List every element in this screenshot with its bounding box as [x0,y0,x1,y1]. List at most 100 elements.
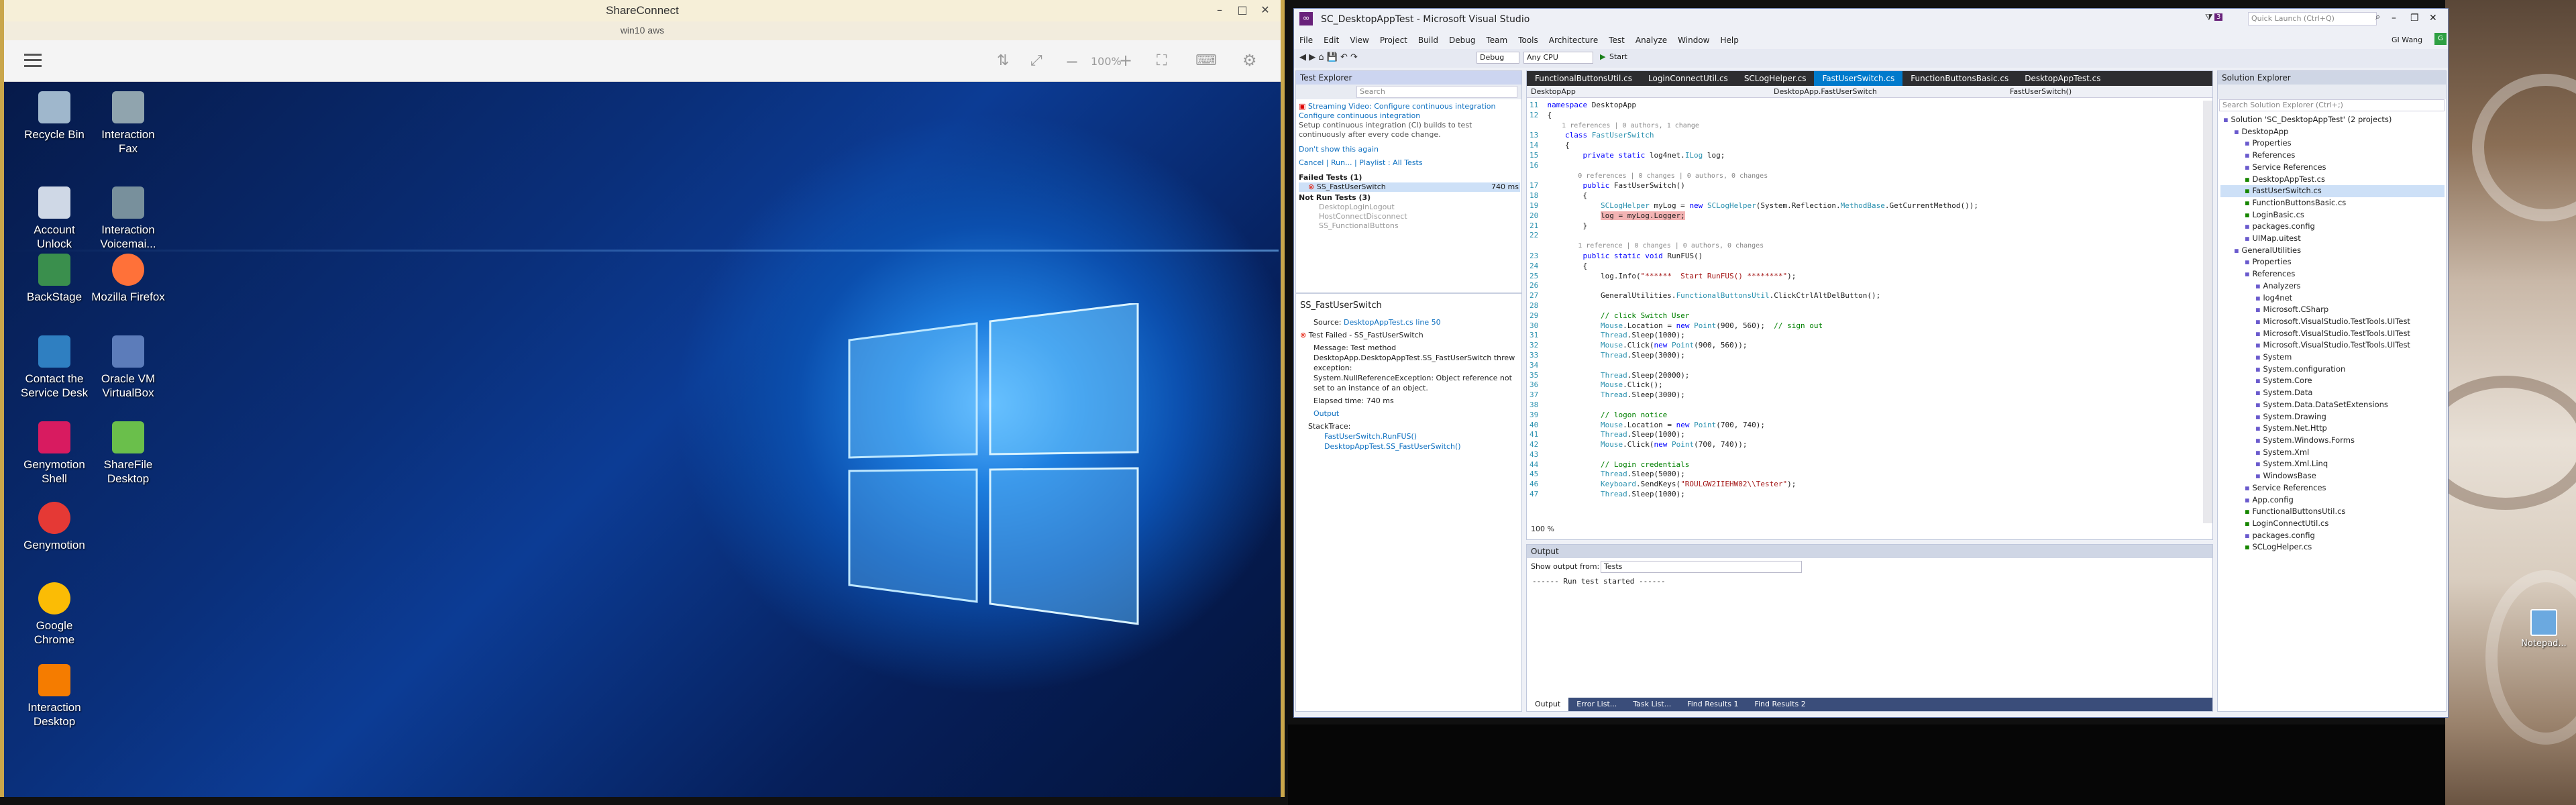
menu-file[interactable]: File [1294,33,1318,48]
solution-tree-item[interactable]: ▪ App.config [2220,494,2445,506]
solution-tree-item[interactable]: ▪ Solution 'SC_DesktopAppTest' (2 projec… [2220,114,2445,126]
solution-tree-item[interactable]: ▪ GeneralUtilities [2220,245,2445,257]
solution-tree-item[interactable]: ▪ System.Core [2220,375,2445,387]
user-avatar[interactable]: G [2434,33,2447,45]
solution-tree-item[interactable]: ▪ DesktopAppTest.cs [2220,174,2445,186]
vs-minimize-button[interactable]: – [2392,13,2396,23]
test-search-input[interactable]: Search [1356,86,1517,98]
start-button[interactable]: Start [1609,52,1627,61]
solution-tree-item[interactable]: ▪ Microsoft.VisualStudio.TestTools.UITes… [2220,316,2445,328]
stack-frame-link[interactable]: DesktopAppTest.SS_FastUserSwitch() [1324,441,1519,451]
streaming-video-link[interactable]: Streaming Video: Configure continuous in… [1308,102,1496,111]
editor-zoom[interactable]: 100 % [1531,525,1554,533]
zoom-in-icon[interactable]: + [1119,51,1132,70]
fit-icon[interactable]: ⇅ [997,52,1009,69]
desktop-icon-chrome[interactable]: Google Chrome [17,582,91,647]
stack-frame-link[interactable]: FastUserSwitch.RunFUS() [1324,431,1519,441]
solution-tree-item[interactable]: ▪ LoginBasic.cs [2220,209,2445,221]
bottom-tab[interactable]: Find Results 1 [1679,698,1746,711]
menu-debug[interactable]: Debug [1444,33,1481,48]
not-run-test-row[interactable]: HostConnectDisconnect [1299,212,1520,221]
start-icon[interactable]: ▶ [1600,52,1605,61]
maximize-button[interactable]: □ [1231,0,1254,21]
filter-icon[interactable]: ⧩ [2205,13,2213,23]
nav-class[interactable]: DesktopApp.FastUserSwitch [1774,86,1877,98]
output-source-select[interactable]: Tests [1601,561,1802,573]
solution-tree-item[interactable]: ▪ packages.config [2220,530,2445,542]
nav-project[interactable]: DesktopApp [1531,86,1576,98]
desktop-icon-interaction-fax[interactable]: Interaction Fax [91,91,165,156]
menu-build[interactable]: Build [1413,33,1444,48]
menu-analyze[interactable]: Analyze [1630,33,1672,48]
desktop-icon-recycle-bin[interactable]: Recycle Bin [17,91,91,142]
vs-close-button[interactable]: ✕ [2429,13,2437,23]
source-link[interactable]: DesktopAppTest.cs line 50 [1344,318,1441,327]
menu-architecture[interactable]: Architecture [1544,33,1603,48]
solution-tree-item[interactable]: ▪ System.Net.Http [2220,423,2445,435]
notifications-badge[interactable]: 3 [2214,13,2223,21]
cancel-button[interactable]: Cancel [1299,158,1324,167]
output-link[interactable]: Output [1300,409,1519,419]
keyboard-icon[interactable]: ⌨ [1195,52,1217,69]
solution-tree-item[interactable]: ▪ Service References [2220,482,2445,494]
failed-test-row[interactable]: ⊗ SS_FastUserSwitch 740 ms [1299,182,1520,192]
code-editor[interactable]: FunctionalButtonsUtil.cs LoginConnectUtil… [1526,70,2213,540]
solution-tree-item[interactable]: ▪ System.Windows.Forms [2220,435,2445,447]
user-name[interactable]: GI Wang [2392,36,2422,44]
desktop-icon-voicemail[interactable]: Interaction Voicemai... [91,186,165,251]
solution-tree-item[interactable]: ▪ WindowsBase [2220,470,2445,482]
not-run-test-row[interactable]: SS_FunctionalButtons [1299,221,1520,231]
desktop-icon-account-unlock[interactable]: Account Unlock [17,186,91,251]
solution-tree-item[interactable]: ▪ LoginConnectUtil.cs [2220,518,2445,530]
menu-edit[interactable]: Edit [1318,33,1344,48]
bottom-tab[interactable]: Find Results 2 [1746,698,1813,711]
bottom-tab[interactable]: Output [1527,698,1569,711]
editor-tab[interactable]: FastUserSwitch.cs [1814,71,1903,86]
solution-tree-item[interactable]: ▪ System [2220,352,2445,364]
editor-tab[interactable]: FunctionalButtonsUtil.cs [1527,71,1640,86]
desktop-icon-genymotion-shell[interactable]: Genymotion Shell [17,421,91,486]
nav-back-icon[interactable]: ◀ ▶ ⌂ 💾 ↶ ↷ [1299,52,1358,62]
menu-test[interactable]: Test [1603,33,1630,48]
bottom-tab[interactable]: Task List... [1625,698,1679,711]
notepad-desktop-icon[interactable]: Notepad... [2520,609,2567,649]
solution-tree-item[interactable]: ▪ Properties [2220,256,2445,268]
not-run-header[interactable]: Not Run Tests (3) [1299,193,1520,203]
solution-tree-item[interactable]: ▪ References [2220,150,2445,162]
editor-tab[interactable]: SCLogHelper.cs [1736,71,1815,86]
solution-tree-item[interactable]: ▪ System.Data.DataSetExtensions [2220,399,2445,411]
desktop-icon-sharefile[interactable]: ShareFile Desktop [91,421,165,486]
run-button[interactable]: Run... [1331,158,1352,167]
solution-tree-item[interactable]: ▪ packages.config [2220,221,2445,233]
desktop-icon-interaction-desktop[interactable]: Interaction Desktop [17,664,91,729]
desktop-icon-firefox[interactable]: Mozilla Firefox [91,254,165,304]
solution-tree-item[interactable]: ▪ UIMap.uitest [2220,233,2445,245]
menu-window[interactable]: Window [1672,33,1715,48]
solution-tree-item[interactable]: ▪ FunctionButtonsBasic.cs [2220,197,2445,209]
solution-tree-item[interactable]: ▪ System.configuration [2220,364,2445,376]
solution-tree-item[interactable]: ▪ Properties [2220,138,2445,150]
vs-restore-button[interactable]: ❐ [2410,13,2419,23]
quick-launch-input[interactable]: Quick Launch (Ctrl+Q) [2248,12,2377,25]
zoom-out-icon[interactable]: − [1065,52,1079,71]
settings-gear-icon[interactable]: ⚙ [1242,51,1257,70]
solution-tree-item[interactable]: ▪ References [2220,268,2445,280]
solution-tree-item[interactable]: ▪ System.Drawing [2220,411,2445,423]
editor-tab[interactable]: DesktopAppTest.cs [2017,71,2108,86]
platform-select[interactable]: Any CPU [1523,52,1593,64]
fullscreen-icon[interactable]: ⛶ [1157,52,1167,69]
desktop-icon-virtualbox[interactable]: Oracle VM VirtualBox [91,335,165,400]
solution-tree-item[interactable]: ▪ System.Data [2220,387,2445,399]
minimize-button[interactable]: – [1208,0,1231,21]
solution-tree-item[interactable]: ▪ Service References [2220,162,2445,174]
solution-tree-item[interactable]: ▪ DesktopApp [2220,126,2445,138]
solution-tree-item[interactable]: ▪ Analyzers [2220,280,2445,292]
configure-ci-link[interactable]: Configure continuous integration [1299,111,1520,121]
bottom-tab[interactable]: Error List... [1568,698,1625,711]
menu-help[interactable]: Help [1715,33,1744,48]
solution-tree-item[interactable]: ▪ Microsoft.VisualStudio.TestTools.UITes… [2220,328,2445,340]
playlist-dropdown[interactable]: Playlist : All Tests [1359,158,1422,167]
solution-tree-item[interactable]: ▪ SCLogHelper.cs [2220,541,2445,553]
config-select[interactable]: Debug [1477,52,1519,64]
desktop-icon-backstage[interactable]: BackStage [17,254,91,304]
